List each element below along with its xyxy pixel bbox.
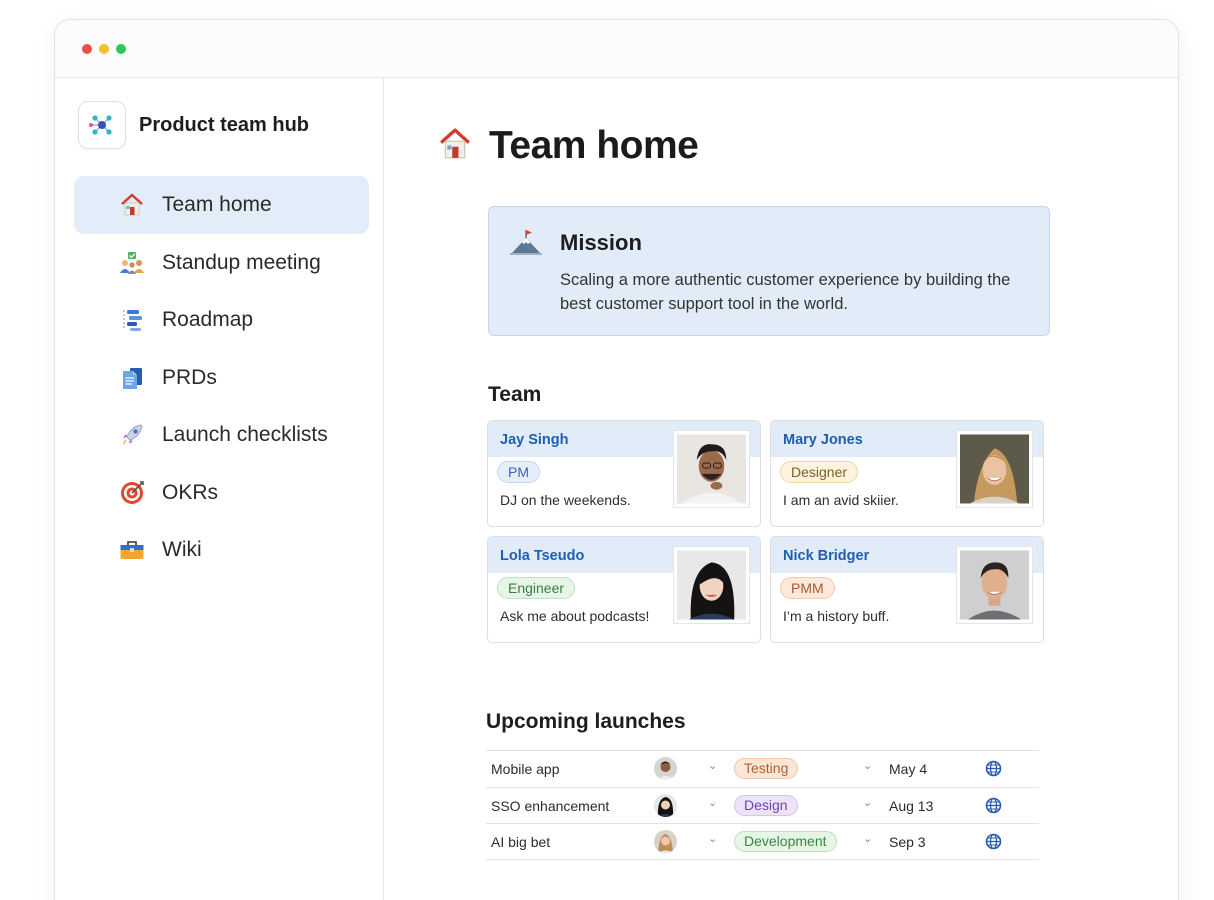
role-tag[interactable]: Engineer [497, 577, 576, 599]
globe-icon[interactable] [985, 760, 1002, 780]
member-name[interactable]: Nick Bridger [783, 548, 869, 564]
launch-name[interactable]: SSO enhancement [491, 798, 609, 814]
sidebar-item-label: Wiki [162, 538, 202, 561]
chevron-down-icon[interactable]: ⌄ [708, 796, 717, 809]
member-photo [956, 430, 1033, 508]
launch-date[interactable]: May 4 [889, 761, 927, 777]
team-heading: Team [488, 383, 542, 406]
page-header: Team home [437, 124, 699, 168]
chevron-down-icon[interactable]: ⌄ [708, 759, 717, 772]
sidebar-item-label: OKRs [162, 480, 219, 504]
member-name[interactable]: Jay Singh [500, 432, 569, 448]
avatar[interactable] [654, 757, 677, 780]
roadmap-list-icon [118, 306, 146, 334]
launch-name[interactable]: Mobile app [491, 761, 560, 777]
window-controls [82, 44, 126, 54]
network-hub-icon [78, 101, 126, 149]
minimize-window-button[interactable] [99, 44, 109, 54]
sidebar-item-label: PRDs [162, 365, 217, 389]
member-bio: I’m a history buff. [783, 608, 890, 624]
launch-name[interactable]: AI big bet [491, 834, 550, 850]
team-member-card[interactable]: Mary Jones Designer I am an avid skiier. [770, 420, 1044, 527]
sidebar-item-label: Standup meeting [162, 250, 321, 274]
role-tag[interactable]: Designer [780, 461, 859, 483]
team-member-card[interactable]: Nick Bridger PMM I’m a history buff. [770, 536, 1044, 643]
avatar[interactable] [654, 830, 677, 853]
house-icon[interactable] [437, 126, 473, 167]
mountain-flag-icon [509, 225, 543, 264]
sidebar-item-launch-checklists[interactable]: Launch checklists [74, 406, 369, 464]
sidebar-nav: Team home Standup meeting Roadmap PRDs L… [74, 176, 369, 579]
maximize-window-button[interactable] [116, 44, 126, 54]
table-row[interactable]: SSO enhancement ⌄ Design ⌄ Aug 13 [486, 786, 1039, 824]
sidebar-item-team-home[interactable]: Team home [74, 176, 369, 234]
chevron-down-icon[interactable]: ⌄ [708, 832, 717, 845]
avatar[interactable] [654, 793, 677, 817]
workspace-header[interactable]: Product team hub [78, 101, 309, 149]
status-badge[interactable]: Development [734, 831, 837, 852]
title-bar [55, 20, 1178, 78]
member-bio: I am an avid skiier. [783, 492, 899, 508]
main-content: Team home Mission Scaling a more authent… [385, 78, 1178, 900]
mission-title: Mission [560, 230, 642, 255]
launch-date[interactable]: Sep 3 [889, 834, 926, 850]
status-badge[interactable]: Design [734, 794, 798, 816]
sidebar-item-label: Team home [162, 193, 272, 216]
member-photo [673, 430, 750, 508]
launch-date[interactable]: Aug 13 [889, 798, 933, 814]
member-bio: Ask me about podcasts! [500, 608, 650, 624]
member-photo [673, 546, 750, 624]
member-bio: DJ on the weekends. [500, 492, 631, 508]
launches-heading: Upcoming launches [486, 710, 686, 733]
page-title[interactable]: Team home [489, 124, 699, 168]
table-row[interactable]: Mobile app ⌄ Testing ⌄ May 4 [486, 750, 1039, 787]
mission-callout: Mission Scaling a more authentic custome… [488, 206, 1050, 336]
sidebar-item-okrs[interactable]: OKRs [74, 464, 369, 522]
mission-text: Scaling a more authentic customer experi… [560, 271, 1011, 313]
sidebar-item-prds[interactable]: PRDs [74, 349, 369, 407]
team-member-card[interactable]: Lola Tseudo Engineer Ask me about podcas… [487, 536, 761, 643]
role-tag[interactable]: PMM [780, 577, 835, 599]
close-window-button[interactable] [82, 44, 92, 54]
sidebar-item-label: Roadmap [162, 308, 254, 331]
sidebar-item-wiki[interactable]: Wiki [74, 521, 369, 579]
team-member-card[interactable]: Jay Singh PM DJ on the weekends. [487, 420, 761, 527]
globe-icon[interactable] [985, 833, 1002, 853]
member-name[interactable]: Lola Tseudo [500, 548, 584, 564]
role-tag[interactable]: PM [497, 461, 540, 483]
status-badge[interactable]: Testing [734, 758, 799, 779]
chevron-down-icon[interactable]: ⌄ [863, 832, 872, 845]
chevron-down-icon[interactable]: ⌄ [863, 796, 872, 809]
app-window: Product team hub Team home Standup meeti… [54, 19, 1179, 900]
launches-table: Mobile app ⌄ Testing ⌄ May 4 SSO enhance… [486, 750, 1039, 860]
member-photo [956, 546, 1033, 624]
workspace-title: Product team hub [139, 113, 310, 136]
sidebar-item-standup-meeting[interactable]: Standup meeting [74, 234, 369, 292]
globe-icon[interactable] [985, 797, 1002, 817]
table-row[interactable]: AI big bet ⌄ Development ⌄ Sep 3 [486, 823, 1039, 860]
member-name[interactable]: Mary Jones [783, 432, 863, 448]
chevron-down-icon[interactable]: ⌄ [863, 759, 872, 772]
toolbox-icon [118, 536, 146, 564]
sidebar-item-label: Launch checklists [162, 423, 328, 446]
rocket-icon [118, 421, 146, 449]
target-icon [118, 479, 146, 507]
sidebar: Product team hub Team home Standup meeti… [55, 78, 384, 900]
house-icon [118, 191, 146, 219]
people-meeting-icon [118, 249, 146, 277]
documents-icon [118, 364, 146, 392]
sidebar-item-roadmap[interactable]: Roadmap [74, 291, 369, 349]
